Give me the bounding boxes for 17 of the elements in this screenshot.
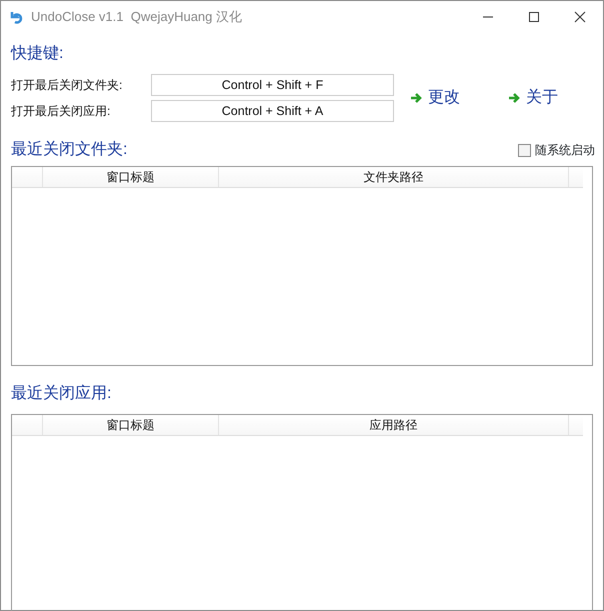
- hotkey-field[interactable]: Control + Shift + F: [151, 74, 394, 96]
- hotkey-label: 打开最后关闭应用:: [11, 103, 112, 120]
- arrow-icon: [508, 92, 521, 104]
- hotkey-field[interactable]: Control + Shift + A: [151, 100, 394, 122]
- arrow-icon: [410, 92, 423, 104]
- window-title: UndoClose v1.1 QwejayHuang 汉化: [31, 8, 242, 26]
- column-header[interactable]: 窗口标题: [43, 167, 219, 187]
- link-button[interactable]: 关于: [508, 86, 558, 110]
- link-button[interactable]: 更改: [410, 86, 460, 110]
- autostart-checkbox[interactable]: 随系统启动: [518, 141, 595, 159]
- section-heading: 最近关闭应用:: [11, 384, 112, 404]
- hotkey-label: 打开最后关闭文件夹:: [11, 77, 124, 94]
- column-header[interactable]: 文件夹路径: [219, 167, 569, 187]
- section-heading: 快捷键:: [11, 44, 64, 64]
- column-header[interactable]: 应用路径: [219, 415, 569, 435]
- column-header[interactable]: 窗口标题: [43, 415, 219, 435]
- section-heading: 最近关闭文件夹:: [11, 140, 128, 160]
